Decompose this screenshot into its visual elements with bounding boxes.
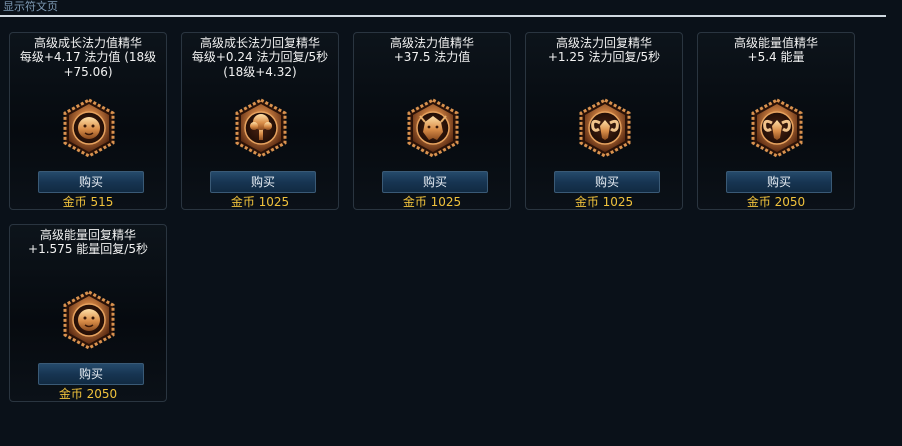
rune-description: +1.25 法力回复/5秒 bbox=[547, 50, 661, 64]
rune-card: 高级能量回复精华 +1.575 能量回复/5秒 购买 金币 2050 bbox=[9, 224, 167, 402]
rune-description: +1.575 能量回复/5秒 bbox=[28, 242, 148, 256]
lion-rune-icon bbox=[59, 98, 119, 158]
tree-rune-icon bbox=[231, 98, 291, 158]
rune-description: 每级+4.17 法力值 (18级+75.06) bbox=[19, 50, 157, 79]
rune-card: 高级法力值精华 +37.5 法力值 购买 金币 1025 bbox=[353, 32, 511, 210]
lion-rune-icon bbox=[59, 290, 119, 350]
buy-button[interactable]: 购买 bbox=[210, 171, 316, 193]
buy-button[interactable]: 购买 bbox=[554, 171, 660, 193]
rune-page-title[interactable]: 显示符文页 bbox=[3, 0, 58, 13]
rune-card: 高级法力回复精华 +1.25 法力回复/5秒 购买 金币 1025 bbox=[525, 32, 683, 210]
rune-description: +37.5 法力值 bbox=[393, 50, 471, 64]
rune-description: +5.4 能量 bbox=[747, 50, 805, 64]
page-header: 显示符文页 bbox=[0, 0, 886, 17]
price-label: 金币 1025 bbox=[230, 195, 290, 209]
rune-card: 高级成长法力回复精华 每级+0.24 法力回复/5秒 (18级+4.32) 购买… bbox=[181, 32, 339, 210]
rune-name: 高级法力回复精华 bbox=[555, 36, 652, 50]
ram-rune-icon bbox=[575, 98, 635, 158]
rune-card: 高级成长法力值精华 每级+4.17 法力值 (18级+75.06) 购买 金币 … bbox=[9, 32, 167, 210]
buy-button[interactable]: 购买 bbox=[38, 363, 144, 385]
price-label: 金币 1025 bbox=[402, 195, 462, 209]
rune-card: 高级能量值精华 +5.4 能量 购买 金币 2050 bbox=[697, 32, 855, 210]
buy-button[interactable]: 购买 bbox=[38, 171, 144, 193]
rune-name: 高级成长法力回复精华 bbox=[199, 36, 320, 50]
ram-rune-icon bbox=[747, 98, 807, 158]
rune-name: 高级能量回复精华 bbox=[39, 228, 136, 242]
rune-name: 高级成长法力值精华 bbox=[33, 36, 142, 50]
rune-name: 高级法力值精华 bbox=[389, 36, 474, 50]
dragon-rune-icon bbox=[403, 98, 463, 158]
price-label: 金币 1025 bbox=[574, 195, 634, 209]
rune-description: 每级+0.24 法力回复/5秒 (18级+4.32) bbox=[191, 50, 329, 79]
price-label: 金币 2050 bbox=[746, 195, 806, 209]
buy-button[interactable]: 购买 bbox=[382, 171, 488, 193]
price-label: 金币 515 bbox=[62, 195, 114, 209]
buy-button[interactable]: 购买 bbox=[726, 171, 832, 193]
rune-name: 高级能量值精华 bbox=[733, 36, 818, 50]
price-label: 金币 2050 bbox=[58, 387, 118, 401]
